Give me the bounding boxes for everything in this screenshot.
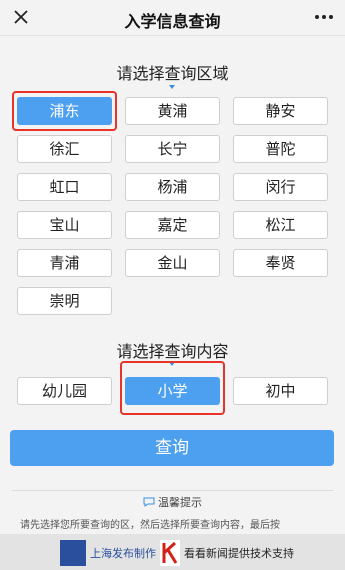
- district-button[interactable]: 杨浦: [125, 173, 220, 201]
- page-title: 入学信息查询: [124, 12, 221, 31]
- tips-title: 温馨提示: [158, 496, 202, 509]
- district-button[interactable]: 金山: [125, 249, 220, 277]
- more-dots-icon[interactable]: [313, 8, 335, 26]
- caret-down-icon: [169, 85, 175, 89]
- kankan-news-logo: [160, 540, 180, 566]
- selection-highlight-box: [12, 91, 117, 131]
- district-section-title: 请选择查询区域: [116, 64, 229, 83]
- district-button[interactable]: 闵行: [233, 173, 328, 201]
- content-button[interactable]: 初中: [233, 377, 328, 405]
- district-button[interactable]: 松江: [233, 211, 328, 239]
- district-button[interactable]: 青浦: [17, 249, 112, 277]
- district-button[interactable]: 普陀: [233, 135, 328, 163]
- district-button[interactable]: 虹口: [17, 173, 112, 201]
- chat-bubble-icon: [143, 497, 155, 507]
- tips-body: 请先选择您所要查询的区，然后选择所要查询内容，最后按: [20, 520, 280, 531]
- footer-left-text: 上海发布制作: [90, 547, 156, 560]
- top-bar: 入学信息查询: [0, 0, 345, 36]
- district-button[interactable]: 奉贤: [233, 249, 328, 277]
- shanghai-release-logo: [60, 540, 86, 566]
- district-button[interactable]: 黄浦: [125, 97, 220, 125]
- tips-panel: 温馨提示 请先选择您所要查询的区，然后选择所要查询内容，最后按: [12, 490, 333, 534]
- tips-header: 温馨提示: [12, 494, 333, 510]
- content-button[interactable]: 幼儿园: [17, 377, 112, 405]
- district-button[interactable]: 静安: [233, 97, 328, 125]
- district-button[interactable]: 嘉定: [125, 211, 220, 239]
- content-section-title: 请选择查询内容: [116, 342, 229, 361]
- district-button[interactable]: 长宁: [125, 135, 220, 163]
- footer-right-text: 看看新闻提供技术支持: [184, 547, 294, 560]
- footer: 上海发布制作 看看新闻提供技术支持: [0, 534, 345, 570]
- district-button[interactable]: 徐汇: [17, 135, 112, 163]
- selection-highlight-box: [120, 361, 225, 415]
- district-button[interactable]: 崇明: [17, 287, 112, 315]
- district-button[interactable]: 宝山: [17, 211, 112, 239]
- query-button[interactable]: 查询: [10, 430, 334, 466]
